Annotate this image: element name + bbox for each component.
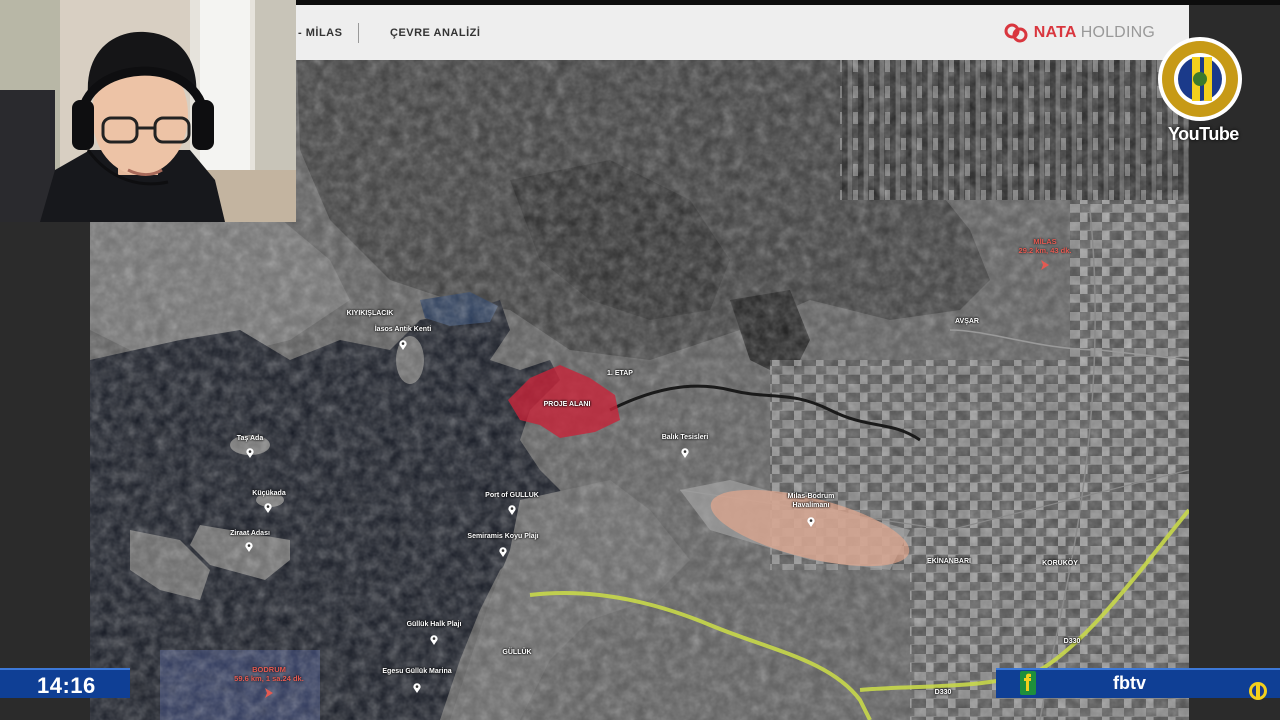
label-airport-line2: Havalimanı xyxy=(792,502,830,509)
label-kiyikislacik: KIYIKIŞLACIK xyxy=(346,310,394,317)
label-d330-a: D330 xyxy=(1063,638,1081,645)
label-kucukada: Küçükada xyxy=(252,490,286,497)
label-bodrum-name: BODRUM xyxy=(252,665,286,674)
clock-bar: 14:16 xyxy=(0,668,130,698)
label-gulluk-halk: Güllük Halk Plajı xyxy=(406,621,462,628)
label-ekinanbari: EKİNANBARI xyxy=(927,558,971,565)
pin-iasos-icon[interactable] xyxy=(399,340,407,350)
milas-arrow-icon[interactable] xyxy=(1041,260,1049,270)
club-emblem-logo xyxy=(1158,37,1242,121)
label-bodrum-distance: 59.6 km, 1 sa.24 dk. xyxy=(234,674,304,683)
label-semiramis: Semiramis Koyu Plajı xyxy=(467,533,539,540)
label-tas-ada: Taş Ada xyxy=(236,435,264,442)
nata-logo-icon xyxy=(1004,23,1028,43)
pin-egesu-icon[interactable] xyxy=(413,683,421,693)
pin-port-icon[interactable] xyxy=(508,505,516,515)
pin-semiramis-icon[interactable] xyxy=(499,547,507,557)
pin-gulluk-halk-icon[interactable] xyxy=(430,635,438,645)
label-port-gulluk: Port of GULLUK xyxy=(485,492,539,499)
channel-name: fbtv xyxy=(1113,673,1146,693)
bodrum-arrow-icon[interactable] xyxy=(265,688,273,698)
clock-time: 14:16 xyxy=(37,673,96,698)
pin-ziraat-icon[interactable] xyxy=(245,542,253,552)
label-avsar: AVŞAR xyxy=(955,318,979,325)
label-milas-distance: 29.2 km, 43 dk. xyxy=(1018,246,1072,255)
fbtv-bar: fbtv xyxy=(996,668,1280,698)
label-airport-line1: Milas-Bodrum xyxy=(787,493,835,500)
logo-suffix: HOLDING xyxy=(1080,24,1155,41)
logo-text: NATA HOLDING xyxy=(1034,24,1155,42)
label-milas-name: MİLAS xyxy=(1033,237,1057,246)
label-d330-b: D330 xyxy=(934,689,952,696)
screen: - MİLAS ÇEVRE ANALİZİ NATA HOLDING KIYIK… xyxy=(0,0,1280,720)
pin-kucukada-icon[interactable] xyxy=(264,503,272,513)
nata-holding-logo: NATA HOLDING xyxy=(1004,21,1155,45)
nav-cevre-analizi[interactable]: ÇEVRE ANALİZİ xyxy=(390,27,480,39)
small-emblem-icon xyxy=(1249,682,1267,700)
label-egesu: Egesu Güllük Marina xyxy=(382,668,452,675)
nav-divider xyxy=(358,23,359,43)
webcam-feed xyxy=(0,0,296,222)
label-gulluk: GÜLLÜK xyxy=(502,649,532,656)
pin-tas-ada-icon[interactable] xyxy=(246,448,254,458)
label-proje-alani: PROJE ALANI xyxy=(543,401,591,408)
youtube-label: YouTube xyxy=(1168,124,1239,144)
label-1-etap: 1. ETAP xyxy=(607,370,633,377)
logo-brand: NATA xyxy=(1033,24,1077,41)
label-iasos: İasos Antik Kenti xyxy=(374,326,432,333)
label-balik-tesisleri: Balık Tesisleri xyxy=(661,434,709,441)
pin-airport-icon[interactable] xyxy=(807,517,815,527)
presentation-header: - MİLAS ÇEVRE ANALİZİ NATA HOLDING xyxy=(296,5,1189,60)
fbtv-f-icon xyxy=(1020,671,1036,695)
label-korukoy: KORUKÖY xyxy=(1042,560,1078,567)
webcam-scene xyxy=(0,0,296,222)
label-ziraat: Ziraat Adası xyxy=(230,530,270,537)
pin-balik-icon[interactable] xyxy=(681,448,689,458)
nav-milas[interactable]: - MİLAS xyxy=(298,27,342,39)
